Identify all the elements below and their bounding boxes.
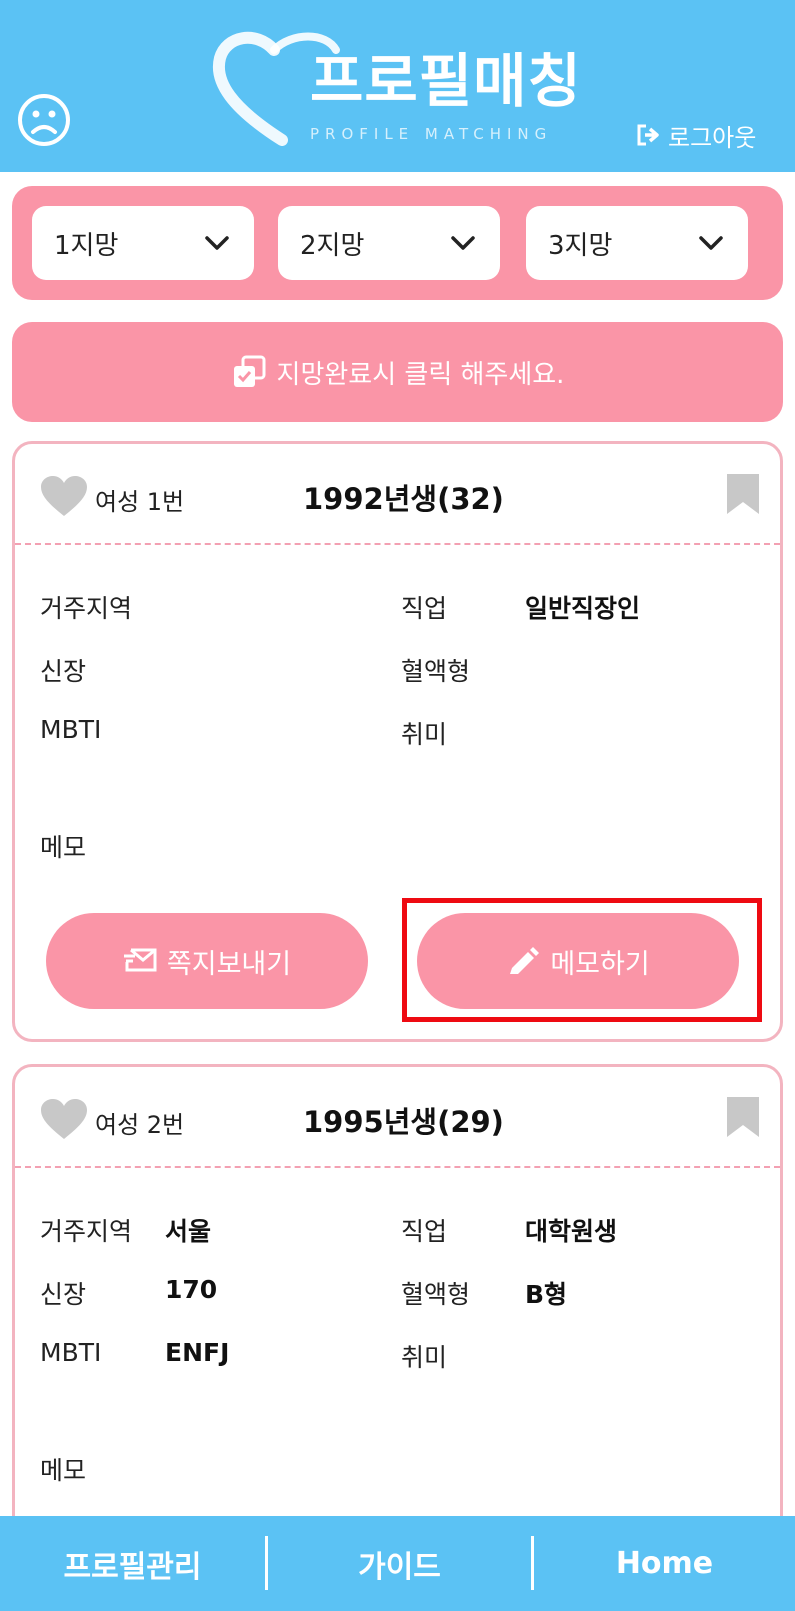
chevron-down-icon: [205, 236, 229, 250]
sad-face-icon[interactable]: [16, 92, 72, 148]
field-value: 대학원생: [525, 1217, 618, 1246]
pencil-icon: [510, 947, 540, 974]
bottom-nav: 프로필관리 가이드 Home: [0, 1516, 795, 1611]
field-value: 170: [165, 1275, 218, 1304]
field-value: B형: [525, 1280, 568, 1309]
field-label: 거주지역: [40, 594, 133, 623]
field-label: 신장: [40, 1280, 87, 1309]
field-label: 취미: [401, 720, 448, 749]
dashed-divider: [15, 543, 780, 545]
choice-label: 2지망: [300, 230, 365, 261]
gender-number: 여성 2번: [95, 1111, 185, 1139]
field-label: 직업: [401, 1217, 448, 1246]
send-message-label: 쪽지보내기: [166, 948, 292, 980]
app-header: 프로필매칭 PROFILE MATCHING 로그아웃: [0, 0, 795, 172]
birth-year: 1995년생(29): [303, 1105, 504, 1139]
field-label: 거주지역: [40, 1217, 133, 1246]
nav-label: 프로필관리: [63, 1549, 202, 1585]
choice-select-1[interactable]: 1지망: [32, 206, 254, 280]
field-label: MBTI: [40, 715, 102, 744]
field-label: 취미: [401, 1343, 448, 1372]
field-value: 서울: [165, 1217, 212, 1246]
card-header: 여성 1번 1992년생(32): [15, 444, 780, 544]
field-label: 직업: [401, 594, 448, 623]
card-header: 여성 2번 1995년생(29): [15, 1067, 780, 1167]
bookmark-icon[interactable]: [725, 1095, 761, 1139]
chevron-down-icon: [451, 236, 475, 250]
send-message-button[interactable]: 쪽지보내기: [46, 913, 368, 1009]
check-copy-icon: [233, 355, 266, 387]
logout-button[interactable]: 로그아웃: [636, 118, 756, 152]
field-label: 혈액형: [401, 657, 471, 686]
profile-card: 여성 1번 1992년생(32) 거주지역 직업 일반직장인 신장 혈액형 MB…: [12, 441, 783, 1042]
nav-profile-manage[interactable]: 프로필관리: [0, 1516, 265, 1611]
app-subtitle: PROFILE MATCHING: [310, 125, 553, 143]
confirm-choice-button[interactable]: 지망완료시 클릭 해주세요.: [12, 322, 783, 422]
logout-label: 로그아웃: [668, 123, 757, 152]
memo-button-label: 메모하기: [550, 948, 650, 980]
bookmark-icon[interactable]: [725, 472, 761, 516]
choice-select-3[interactable]: 3지망: [526, 206, 748, 280]
choice-select-2[interactable]: 2지망: [278, 206, 500, 280]
choice-bar: 1지망 2지망 3지망: [12, 186, 783, 300]
nav-home[interactable]: Home: [534, 1516, 795, 1611]
chevron-down-icon: [699, 236, 723, 250]
heart-icon[interactable]: [39, 474, 89, 518]
field-label: MBTI: [40, 1338, 102, 1367]
nav-label: Home: [615, 1546, 714, 1581]
gender-number: 여성 1번: [95, 488, 185, 516]
nav-guide[interactable]: 가이드: [268, 1516, 531, 1611]
app-title: 프로필매칭: [310, 47, 582, 115]
memo-button[interactable]: 메모하기: [417, 913, 739, 1009]
birth-year: 1992년생(32): [303, 482, 504, 516]
envelope-icon: [123, 948, 157, 972]
dashed-divider: [15, 1166, 780, 1168]
memo-label: 메모: [40, 833, 87, 862]
field-value: 일반직장인: [525, 594, 641, 623]
confirm-label: 지망완료시 클릭 해주세요.: [276, 359, 565, 390]
heart-icon[interactable]: [39, 1097, 89, 1141]
logout-icon: [637, 124, 659, 146]
profile-card: 여성 2번 1995년생(29) 거주지역 서울 직업 대학원생 신장 170 …: [12, 1064, 783, 1584]
field-label: 신장: [40, 657, 87, 686]
nav-label: 가이드: [358, 1549, 441, 1585]
choice-label: 3지망: [548, 230, 613, 261]
choice-label: 1지망: [54, 230, 119, 261]
field-label: 혈액형: [401, 1280, 471, 1309]
field-value: ENFJ: [165, 1338, 230, 1367]
memo-label: 메모: [40, 1456, 87, 1485]
